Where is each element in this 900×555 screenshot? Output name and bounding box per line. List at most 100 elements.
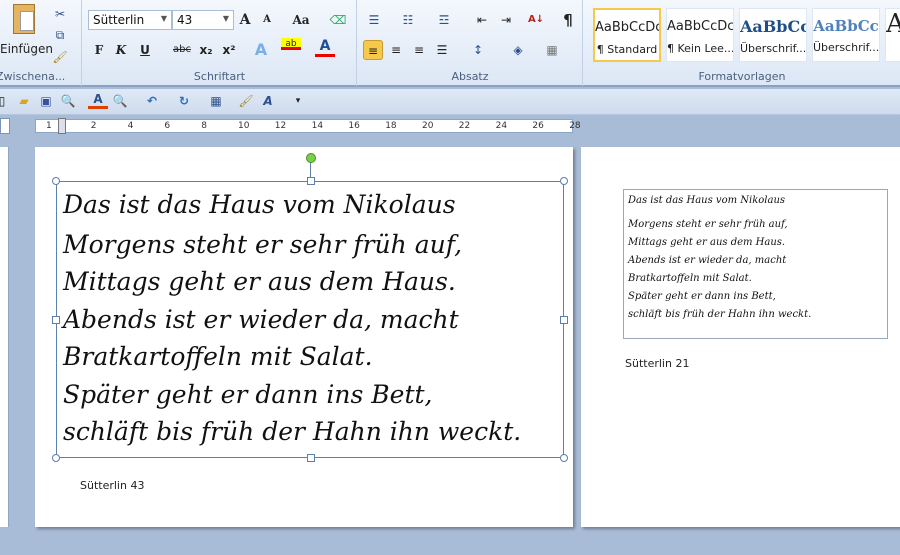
style-standard[interactable]: AaBbCcDc ¶ Standard [593,8,661,62]
clipboard-icon [13,4,35,34]
resize-handle[interactable] [560,454,568,462]
align-center-button[interactable]: ≡ [386,40,406,60]
borders-icon[interactable]: ▦ [542,40,562,60]
strikethrough-button[interactable]: abc [170,40,194,60]
text-line: Das ist das Haus vom Nikolaus [63,190,456,219]
text-line: Morgens steht er sehr früh auf, [628,219,788,230]
quick-access-toolbar: ▯ ▰ ▣ 🔍 A 🔍 ↶ ↻ ▦ 🖌 A ▾ [0,89,900,115]
text-line: Später geht er dann ins Bett, [628,291,776,302]
paragraph-group: ☰ ☷ ☲ ⇤ ⇥ A↓ ¶ ≡ ≡ ≡ ☰ ↕ ◈ ▦ Absatz [358,0,583,86]
text-line: Abends ist er wieder da, macht [63,304,459,334]
resize-handle[interactable] [560,316,568,324]
change-case-button[interactable]: Aa [288,10,314,30]
ruler-label: 14 [311,121,324,131]
style-title[interactable]: A [885,8,900,62]
bullets-icon[interactable]: ☰ [364,10,384,30]
ruler-label: 4 [127,121,134,131]
text-line: Das ist das Haus vom Nikolaus [628,195,786,206]
style-no-spacing[interactable]: AaBbCcDc ¶ Kein Lee... [666,8,734,62]
ruler-label: 26 [532,121,544,131]
format-painter-icon[interactable]: 🖌 [50,47,70,67]
ruler-label: 6 [164,121,171,131]
text-line: Mittags geht er aus dem Haus. [628,237,786,248]
ruler-label: 10 [238,121,250,131]
undo-icon[interactable]: ↶ [142,91,162,111]
ruler-label: 24 [495,121,508,131]
font-name-select[interactable]: Sütterlin ▼ [88,10,172,30]
ruler-label: 1 [46,121,52,131]
font-color-icon[interactable]: A [315,38,335,57]
save-icon[interactable]: ▣ [36,91,56,111]
decrease-indent-icon[interactable]: ⇤ [472,10,492,30]
resize-handle[interactable] [52,177,60,185]
justify-button[interactable]: ☰ [432,40,452,60]
show-formatting-button[interactable]: ¶ [558,10,578,30]
style-heading-1[interactable]: AaBbCc Überschrif... [739,8,807,62]
ruler-label: 28 [569,121,581,131]
font-size-select[interactable]: 43 ▼ [172,10,234,30]
text-line: Mittags geht er aus dem Haus. [63,267,456,296]
table-icon[interactable]: ▦ [206,91,226,111]
shading-icon[interactable]: ◈ [508,40,528,60]
text-effects-icon[interactable]: A [251,40,271,60]
customize-toolbar-icon[interactable]: ▾ [288,91,308,111]
align-right-button[interactable]: ≡ [409,40,429,60]
resize-handle[interactable] [560,177,568,185]
styles-group: AaBbCcDc ¶ Standard AaBbCcDc ¶ Kein Lee...… [584,0,900,86]
align-left-button[interactable]: ≡ [363,40,383,60]
cut-icon[interactable]: ✂ [50,4,70,24]
ribbon: Einfügen ✂ ⧉ 🖌 Zwischena... Sütterlin ▼ 4… [0,0,900,87]
ruler-label: 22 [458,121,471,131]
resize-handle[interactable] [307,454,315,462]
text-line: Später geht er dann ins Bett, [63,379,433,409]
resize-handle[interactable] [52,454,60,462]
zoom-icon[interactable]: 🔍 [110,91,130,111]
format-painter-icon[interactable]: 🖌 [236,91,256,111]
increase-indent-icon[interactable]: ⇥ [496,10,516,30]
subscript-button[interactable]: x₂ [196,40,216,60]
grow-font-button[interactable]: A [235,10,255,30]
clipboard-group: Einfügen ✂ ⧉ 🖌 Zwischena... [0,0,82,86]
superscript-button[interactable]: x² [219,40,239,60]
font-color-icon[interactable]: A [88,91,108,109]
multilevel-list-icon[interactable]: ☲ [434,10,454,30]
style-heading-2[interactable]: AaBbCc Überschrif... [812,8,880,62]
resize-handle[interactable] [52,316,60,324]
ruler-label: 16 [348,121,360,131]
caption-small: Sütterlin 21 [625,357,690,370]
indent-marker[interactable] [58,118,66,134]
text-box-large[interactable]: Das ist das Haus vom Nikolaus Morgens ste… [52,153,568,462]
ruler-toggle[interactable] [0,118,10,134]
text-box-content: Das ist das Haus vom Nikolaus Morgens ste… [628,192,811,324]
resize-handle[interactable] [307,177,315,185]
text-line: Bratkartoffeln mit Salat. [63,342,373,371]
print-preview-icon[interactable]: 🔍 [58,91,78,111]
clear-formatting-icon[interactable]: ⌫ [328,10,348,30]
ruler-label: 18 [385,121,397,131]
paste-button[interactable]: Einfügen [0,4,53,66]
shrink-font-button[interactable]: A [257,10,277,30]
sort-icon[interactable]: A↓ [526,10,546,30]
redo-icon[interactable]: ↻ [174,91,194,111]
text-line: Abends ist er wieder da, macht [628,255,787,266]
caption-large: Sütterlin 43 [80,479,145,492]
ruler-label: 12 [274,121,287,131]
ruler-label: 8 [201,121,207,131]
text-box-small[interactable]: Das ist das Haus vom Nikolaus Morgens ste… [623,189,888,339]
italic-button[interactable]: K [111,40,131,60]
underline-button[interactable]: U [135,40,155,60]
new-icon[interactable]: ▯ [0,91,12,111]
rotate-handle[interactable] [306,153,316,163]
bold-button[interactable]: F [89,40,109,60]
styles-icon[interactable]: A [258,91,278,111]
open-icon[interactable]: ▰ [14,91,34,111]
text-line: schläft bis früh der Hahn ihn weckt. [63,417,522,446]
ruler-label: 2 [90,121,97,131]
numbering-icon[interactable]: ☷ [398,10,418,30]
highlight-icon[interactable]: ab [281,38,301,50]
horizontal-ruler[interactable]: 1 2 4 6 8 10 12 14 16 18 20 22 24 26 28 [35,118,581,134]
vertical-ruler[interactable] [0,147,9,527]
line-spacing-icon[interactable]: ↕ [468,40,488,60]
copy-icon[interactable]: ⧉ [50,25,70,45]
page-1: Das ist das Haus vom Nikolaus Morgens ste… [35,147,573,527]
